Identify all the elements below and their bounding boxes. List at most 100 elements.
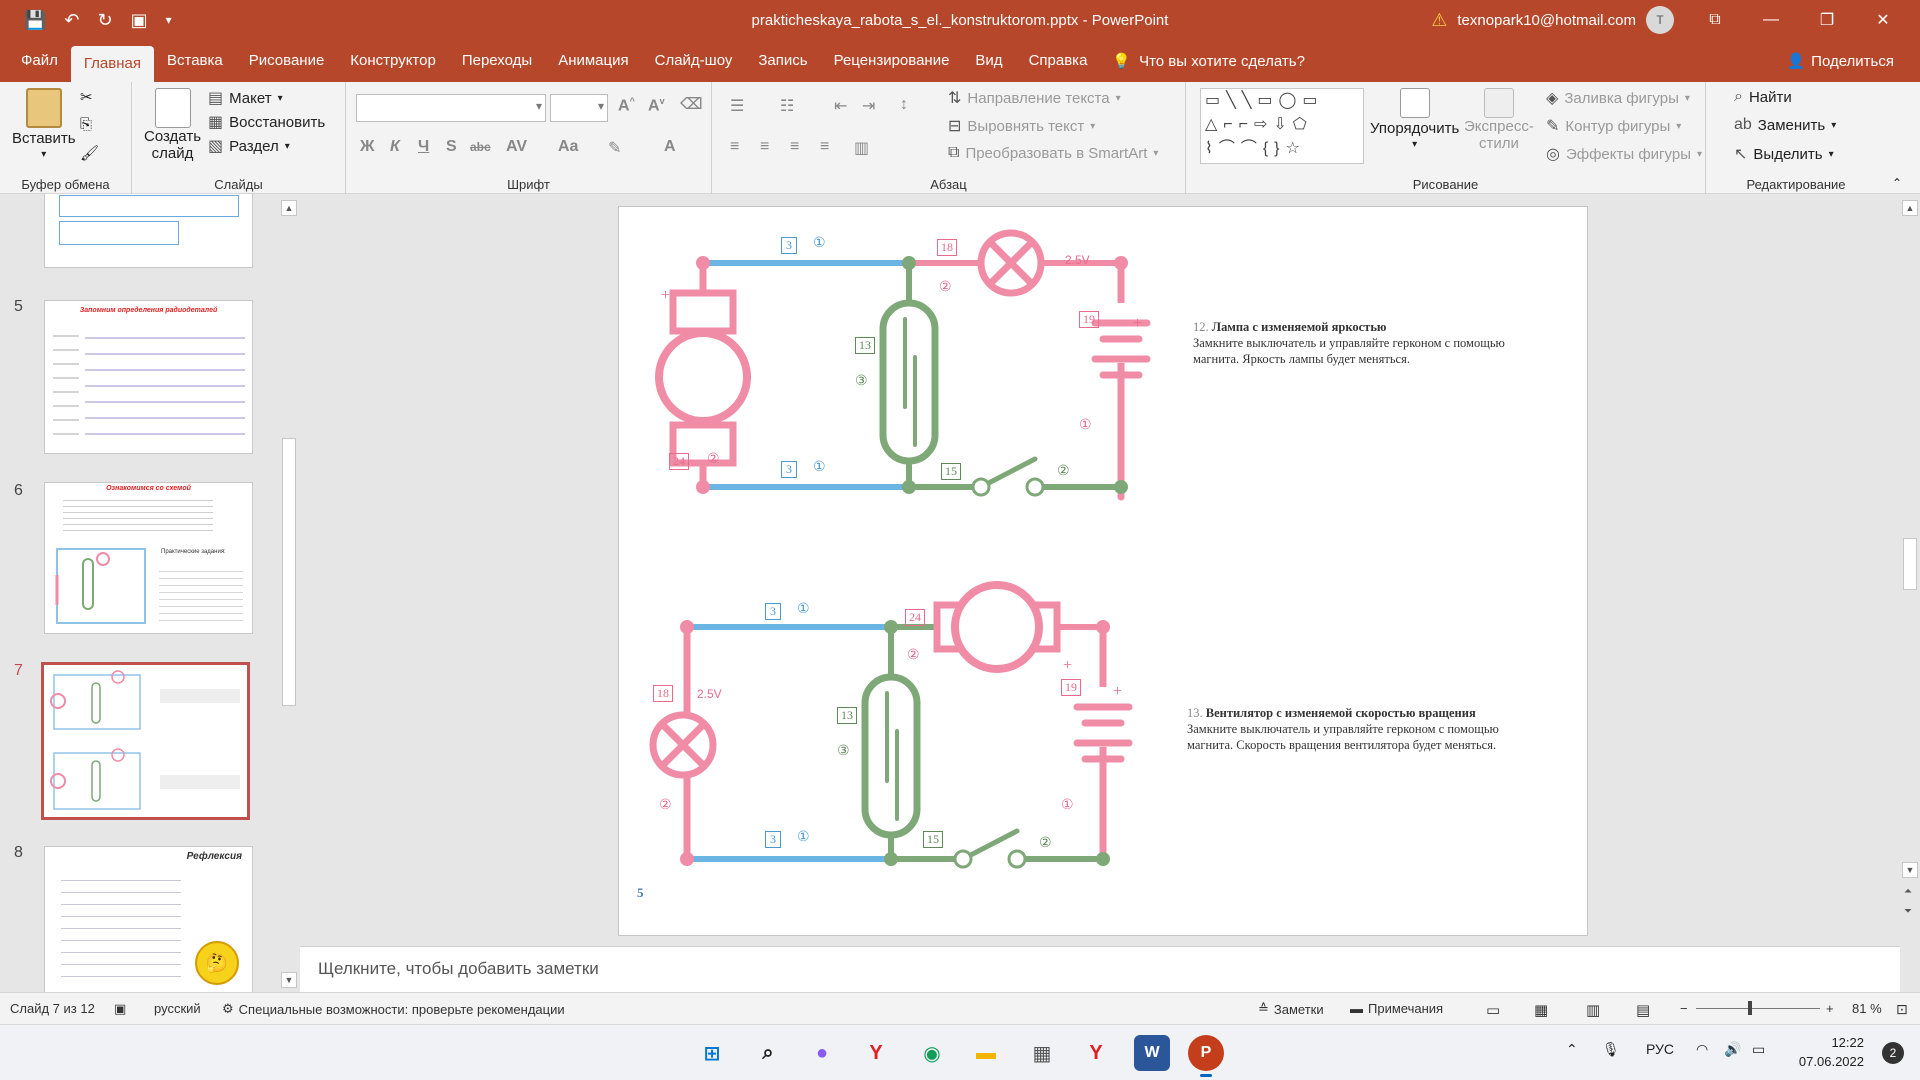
previous-slide-icon[interactable]: ⏶	[1904, 886, 1912, 897]
share-button[interactable]: 👤 Поделиться	[1786, 40, 1920, 82]
slide-thumbnail[interactable]: Ознакомимся со схемой Практические задан…	[44, 482, 253, 634]
increase-indent-icon[interactable]: ⇥	[862, 96, 875, 116]
notes-pane[interactable]: Щелкните, чтобы добавить заметки	[300, 946, 1900, 992]
align-center-icon[interactable]: ≡	[760, 138, 769, 156]
tab-slideshow[interactable]: Слайд-шоу	[642, 40, 746, 82]
fit-to-window-icon[interactable]: ⊡	[1896, 1001, 1908, 1018]
shape-effects-button[interactable]: ◎ Эффекты фигуры ▾	[1546, 144, 1702, 164]
zoom-level[interactable]: 81 %	[1852, 1001, 1882, 1016]
comments-toggle[interactable]: ▬ Примечания	[1350, 1001, 1443, 1016]
calculator-icon[interactable]: ▦	[1024, 1035, 1060, 1071]
slide-sorter-icon[interactable]: ▦	[1534, 1001, 1548, 1019]
increase-font-icon[interactable]: A^	[618, 96, 635, 115]
yandex-browser-icon[interactable]: Y	[858, 1035, 894, 1071]
columns-icon[interactable]: ▥	[854, 138, 869, 158]
customize-toolbar-icon[interactable]: ▾	[166, 13, 172, 27]
normal-view-icon[interactable]: ▭	[1486, 1001, 1500, 1019]
arrange-button[interactable]: Упорядочить ▾	[1370, 88, 1459, 150]
powerpoint-icon[interactable]: P	[1188, 1035, 1224, 1077]
cut-icon[interactable]: ✂	[80, 88, 93, 106]
select-button[interactable]: ↖ Выделить ▾	[1734, 144, 1834, 164]
tab-transitions[interactable]: Переходы	[449, 40, 545, 82]
quick-styles-button[interactable]: Экспресс- стили	[1464, 88, 1534, 152]
yandex-icon[interactable]: Y	[1078, 1035, 1114, 1071]
clear-formatting-icon[interactable]: ⌫	[680, 94, 703, 114]
tab-record[interactable]: Запись	[745, 40, 820, 82]
shapes-gallery[interactable]: ▭╲╲▭◯▭ △⌐⌐⇨⇩⬠ ⌇⌒⌒{}☆	[1200, 88, 1364, 164]
language-indicator[interactable]: русский	[154, 1001, 201, 1016]
font-family-select[interactable]	[356, 94, 546, 122]
align-right-icon[interactable]: ≡	[790, 138, 799, 156]
change-case-button[interactable]: Aa	[558, 138, 578, 156]
scroll-down-icon[interactable]: ▼	[281, 972, 297, 988]
align-left-icon[interactable]: ≡	[730, 138, 739, 156]
numbering-icon[interactable]: ☷	[780, 96, 794, 116]
collapse-ribbon-icon[interactable]: ⌃	[1892, 176, 1902, 190]
decrease-indent-icon[interactable]: ⇤	[834, 96, 847, 116]
tab-review[interactable]: Рецензирование	[821, 40, 963, 82]
tab-draw[interactable]: Рисование	[236, 40, 338, 82]
replace-button[interactable]: ab Заменить ▾	[1734, 116, 1836, 134]
redo-icon[interactable]: ↻	[98, 10, 113, 31]
zoom-in-button[interactable]: +	[1826, 1001, 1834, 1016]
tab-view[interactable]: Вид	[962, 40, 1015, 82]
slide-thumbnail[interactable]: Рефлексия 🤔	[44, 846, 253, 994]
reset-button[interactable]: ▦ Восстановить	[208, 112, 325, 132]
tell-me-search[interactable]: 💡 Что вы хотите сделать?	[1112, 40, 1305, 82]
shadow-button[interactable]: S	[446, 138, 457, 156]
format-painter-icon[interactable]: 🖌	[80, 144, 99, 162]
file-explorer-icon[interactable]: ▬	[968, 1035, 1004, 1071]
zoom-out-button[interactable]: −	[1680, 1001, 1688, 1016]
slide-canvas[interactable]: 3 ① 18 ② 2.5V + 19 13 ③ ① + 24 ② 3 ① 15 …	[618, 206, 1588, 936]
thumbnails-scrollbar[interactable]: ▲ ▼	[280, 198, 298, 992]
font-size-select[interactable]	[550, 94, 608, 122]
scrollbar-thumb[interactable]	[1903, 538, 1917, 590]
italic-button[interactable]: К	[390, 138, 400, 156]
scroll-up-icon[interactable]: ▲	[281, 200, 297, 216]
scroll-down-icon[interactable]: ▼	[1902, 862, 1918, 878]
clock[interactable]: 12:22 07.06.2022	[1799, 1033, 1864, 1071]
underline-button[interactable]: Ч	[418, 138, 429, 156]
scrollbar-thumb[interactable]	[282, 438, 296, 706]
accessibility-status[interactable]: ⚙ Специальные возможности: проверьте рек…	[222, 1001, 565, 1017]
slide-thumbnail[interactable]: Запомним определения радиодеталей	[44, 300, 253, 454]
alice-icon[interactable]: ●	[804, 1035, 840, 1071]
shape-outline-button[interactable]: ✎ Контур фигуры ▾	[1546, 116, 1681, 136]
wifi-icon[interactable]: ◠	[1696, 1041, 1708, 1058]
strikethrough-button[interactable]: abc	[470, 140, 491, 154]
spell-check-icon[interactable]: ▣	[114, 1001, 126, 1017]
char-spacing-button[interactable]: AV	[506, 138, 527, 156]
zoom-slider-thumb[interactable]	[1748, 1001, 1752, 1015]
decrease-font-icon[interactable]: Av	[648, 96, 665, 115]
highlight-icon[interactable]: ✎	[608, 138, 621, 158]
tab-insert[interactable]: Вставка	[154, 40, 236, 82]
font-color-button[interactable]: A	[664, 138, 676, 156]
close-button[interactable]: ✕	[1868, 10, 1898, 30]
tab-help[interactable]: Справка	[1016, 40, 1101, 82]
new-slide-button[interactable]: Создать слайд	[144, 88, 201, 162]
reading-view-icon[interactable]: ▥	[1586, 1001, 1600, 1019]
paste-button[interactable]: Вставить ▾	[12, 88, 76, 160]
slide-thumbnail-selected[interactable]	[41, 662, 250, 820]
tab-home[interactable]: Главная	[70, 46, 154, 82]
notes-toggle[interactable]: ≙ Заметки	[1258, 1001, 1324, 1017]
ribbon-display-icon[interactable]: ⧉	[1700, 11, 1730, 29]
volume-icon[interactable]: 🔊	[1724, 1041, 1741, 1058]
battery-icon[interactable]: ▭	[1752, 1041, 1765, 1058]
layout-button[interactable]: ▤ Макет ▾	[208, 88, 283, 108]
show-hidden-icons[interactable]: ⌃	[1566, 1041, 1578, 1058]
input-language[interactable]: РУС	[1646, 1041, 1674, 1057]
tab-file[interactable]: Файл	[8, 40, 71, 82]
slideshow-view-icon[interactable]: ▤	[1636, 1001, 1650, 1019]
microphone-icon[interactable]: 🎙	[1602, 1041, 1620, 1058]
bold-button[interactable]: Ж	[360, 138, 374, 156]
line-spacing-icon[interactable]: ↕	[900, 96, 908, 114]
avatar[interactable]: T	[1646, 6, 1674, 34]
editor-scrollbar[interactable]: ▲ ▼ ⏶ ⏷	[1900, 194, 1920, 994]
restore-button[interactable]: ❐	[1812, 10, 1842, 30]
undo-icon[interactable]: ↶	[64, 10, 79, 31]
account-area[interactable]: ⚠ texnopark10@hotmail.com T	[1431, 6, 1674, 34]
search-icon[interactable]: ⌕	[750, 1035, 786, 1071]
smartart-button[interactable]: ⧉ Преобразовать в SmartArt ▾	[948, 144, 1158, 162]
notification-badge[interactable]: 2	[1882, 1042, 1904, 1064]
